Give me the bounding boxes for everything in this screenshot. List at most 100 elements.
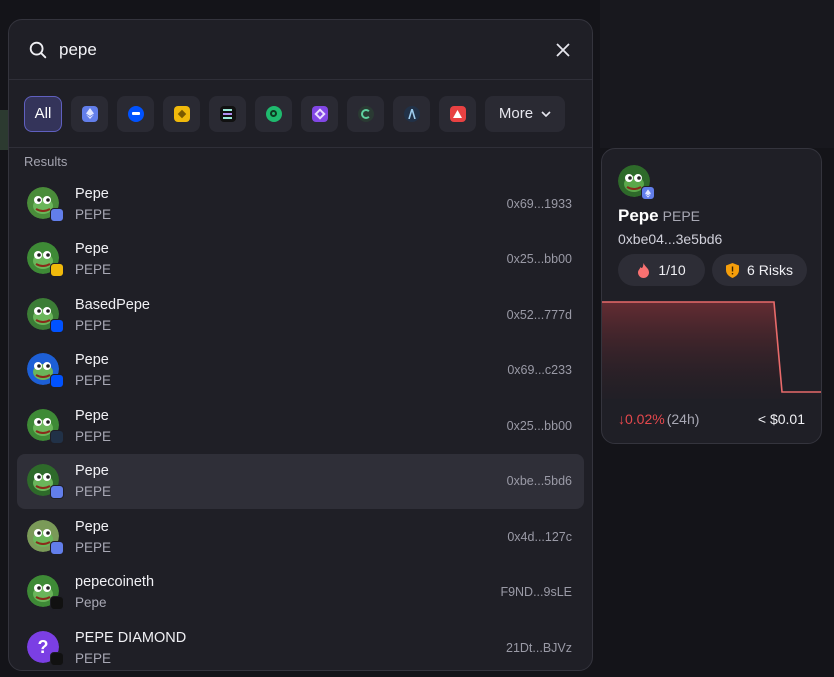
result-row[interactable]: Pepe PEPE 0x4d...127c: [17, 509, 584, 565]
token-names: Pepe PEPE: [75, 463, 507, 499]
token-symbol: PEPE: [75, 373, 112, 389]
result-row[interactable]: Pepe PEPE 0x69...1933: [17, 176, 584, 232]
chevron-down-icon: [541, 110, 551, 117]
token-title: Pepe PEPE: [618, 206, 700, 226]
arbitrum-icon: [50, 429, 64, 444]
token-detail-card: Pepe PEPE 0xbe04...3e5bd6 1/10 6 Risks ↓0…: [601, 148, 822, 444]
token-names: Pepe PEPE: [75, 352, 507, 388]
chain-filter-arbitrum[interactable]: [393, 95, 430, 132]
token-avatar: [618, 165, 655, 200]
arbitrum-icon: [403, 105, 420, 122]
token-symbol: PEPE: [75, 484, 112, 500]
token-name: Pepe: [75, 463, 109, 480]
result-row[interactable]: Pepe PEPE 0x25...bb00: [17, 232, 584, 288]
price-chart: [602, 301, 821, 399]
result-row[interactable]: Pepe PEPE 0xbe...5bd6: [17, 453, 584, 509]
token-address: 0xbe...5bd6: [506, 474, 572, 489]
bnb-icon: [50, 263, 64, 278]
ethereum-icon: [50, 485, 64, 500]
token-avatar: [27, 353, 64, 389]
token-names: Pepe PEPE: [75, 408, 507, 444]
more-chains-label: More: [498, 105, 534, 122]
token-name: Pepe: [75, 185, 109, 202]
token-avatar: ?: [27, 630, 64, 666]
token-change-period: (24h): [666, 411, 700, 427]
chain-filter-avalanche[interactable]: [439, 95, 476, 132]
result-row[interactable]: Pepe PEPE 0x25...bb00: [17, 398, 584, 454]
token-symbol: PEPE: [662, 208, 700, 224]
token-avatar: [27, 242, 64, 278]
chain-filter-polygon[interactable]: [301, 95, 338, 132]
token-name: Pepe: [75, 407, 109, 424]
background-area: [600, 0, 834, 148]
result-row[interactable]: Pepe PEPE 0x69...c233: [17, 343, 584, 399]
base-icon: [50, 318, 64, 333]
chain-filter-all[interactable]: All: [24, 95, 62, 132]
token-change-24h: ↓0.02% (24h): [618, 411, 699, 427]
chain-filter-bnb[interactable]: [163, 95, 200, 132]
chain-filter-base[interactable]: [117, 95, 154, 132]
token-avatar: [27, 408, 64, 444]
token-name: Pepe: [618, 206, 659, 225]
token-names: pepecoineth Pepe: [75, 574, 500, 610]
solana-icon: [50, 651, 64, 666]
bitcoin-icon: [265, 105, 282, 122]
token-name: Pepe: [75, 241, 109, 258]
token-symbol: PEPE: [75, 650, 112, 666]
more-chains-button[interactable]: More: [485, 95, 565, 132]
token-address: 0x69...c233: [507, 363, 572, 378]
result-row[interactable]: BasedPepe PEPE 0x52...777d: [17, 287, 584, 343]
ethereum-icon: [81, 105, 98, 122]
chain-filter-sui[interactable]: [347, 95, 384, 132]
token-risks: 6 Risks: [747, 262, 793, 278]
result-row[interactable]: pepecoineth Pepe F9ND...9sLE: [17, 565, 584, 621]
chain-filter-solana[interactable]: [209, 95, 246, 132]
result-row[interactable]: ? PEPE DIAMOND PEPE 21Dt...BJVz: [17, 620, 584, 670]
close-button[interactable]: [552, 39, 574, 61]
search-bar: [9, 20, 592, 80]
sui-icon: [357, 105, 374, 122]
token-address: 0x4d...127c: [507, 529, 572, 544]
token-name: Pepe: [75, 352, 109, 369]
token-avatar: [27, 186, 64, 222]
token-avatar: [27, 464, 64, 500]
token-names: Pepe PEPE: [75, 519, 507, 555]
svg-text:?: ?: [38, 637, 49, 657]
token-avatar: [27, 575, 64, 611]
close-icon: [556, 42, 570, 57]
token-change-value: ↓0.02%: [618, 411, 665, 427]
bnb-icon: [173, 105, 190, 122]
results-label: Results: [24, 154, 68, 169]
token-address: F9ND...9sLE: [500, 585, 572, 600]
token-name: Pepe: [75, 518, 109, 535]
flame-icon: [638, 262, 650, 278]
solana-icon: [50, 596, 64, 611]
search-input[interactable]: [59, 39, 552, 60]
price-chart-area: [602, 302, 821, 399]
chain-filter-ethereum[interactable]: [71, 95, 108, 132]
token-name: PEPE DIAMOND: [75, 629, 187, 646]
token-symbol: Pepe: [75, 595, 107, 611]
token-symbol: PEPE: [75, 262, 112, 278]
token-score-pill[interactable]: 1/10: [618, 254, 705, 286]
token-address: 0x25...bb00: [506, 252, 572, 267]
chain-filter-bitcoin[interactable]: [255, 95, 292, 132]
base-icon: [127, 105, 144, 122]
polygon-icon: [311, 105, 328, 122]
avalanche-icon: [449, 105, 466, 122]
token-risks-pill[interactable]: 6 Risks: [712, 254, 807, 286]
token-address: 21Dt...BJVz: [506, 640, 572, 655]
token-price: < $0.01: [757, 411, 805, 427]
results-list: Pepe PEPE 0x69...1933 Pepe PEPE 0x25...b…: [9, 176, 592, 670]
search-icon: [29, 41, 47, 58]
token-avatar: [27, 519, 64, 555]
base-icon: [50, 374, 64, 389]
ethereum-icon: [641, 186, 655, 200]
token-address[interactable]: 0xbe04...3e5bd6: [618, 231, 722, 247]
token-symbol: PEPE: [75, 539, 112, 555]
ethereum-icon: [50, 540, 64, 555]
token-avatar: [27, 297, 64, 333]
token-symbol: PEPE: [75, 428, 112, 444]
token-symbol: PEPE: [75, 206, 112, 222]
token-address: 0x69...1933: [506, 196, 572, 211]
